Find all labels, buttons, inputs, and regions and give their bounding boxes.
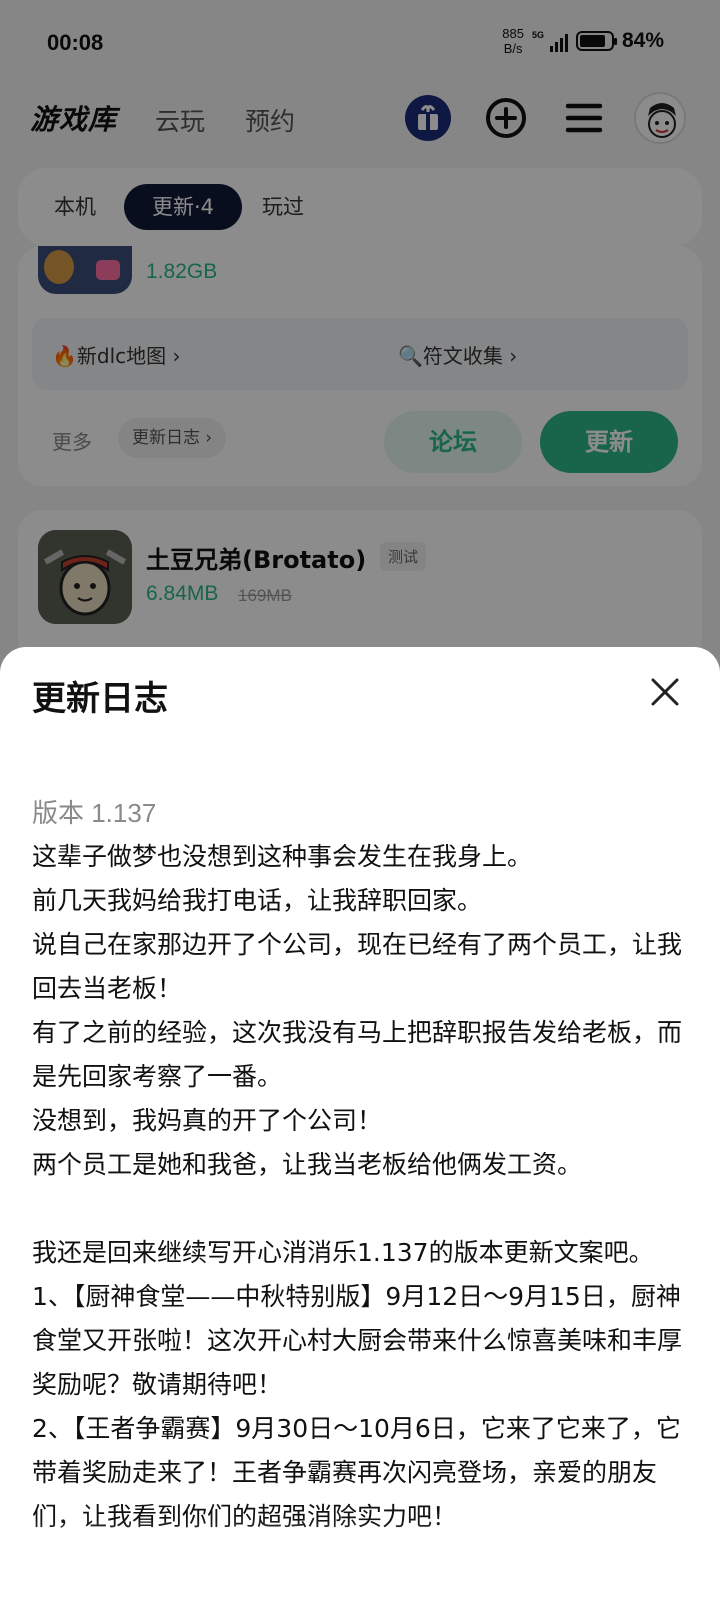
changelog-paragraph: 有了之前的经验，这次我没有马上把辞职报告发给老板，而是先回家考察了一番。: [32, 1018, 683, 1091]
changelog-paragraph: 说自己在家那边开了个公司，现在已经有了两个员工，让我回去当老板！: [32, 930, 683, 1003]
sheet-title: 更新日志: [32, 679, 168, 719]
changelog-paragraph: 没想到，我妈真的开了个公司！: [32, 1106, 383, 1135]
changelog-paragraph: 两个员工是她和我爸，让我当老板给他俩发工资。: [32, 1150, 583, 1179]
scroll-fade: [0, 1518, 720, 1598]
changelog-paragraph: 我还是回来继续写开心消消乐1.137的版本更新文案吧。: [32, 1238, 654, 1267]
version-label: 版本 1.137: [32, 798, 157, 828]
changelog-text: 这辈子做梦也没想到这种事会发生在我身上。 前几天我妈给我打电话，让我辞职回家。 …: [32, 835, 692, 1539]
changelog-paragraph: 1、【厨神食堂——中秋特别版】9月12日～9月15日，厨神食堂又开张啦！这次开心…: [32, 1282, 683, 1399]
changelog-sheet: 更新日志 版本 1.137 这辈子做梦也没想到这种事会发生在我身上。 前几天我妈…: [0, 647, 720, 1598]
changelog-paragraph: 这辈子做梦也没想到这种事会发生在我身上。: [32, 842, 533, 871]
changelog-paragraph: 前几天我妈给我打电话，让我辞职回家。: [32, 886, 483, 915]
changelog-paragraph: [32, 1187, 692, 1231]
close-icon[interactable]: [644, 671, 686, 713]
